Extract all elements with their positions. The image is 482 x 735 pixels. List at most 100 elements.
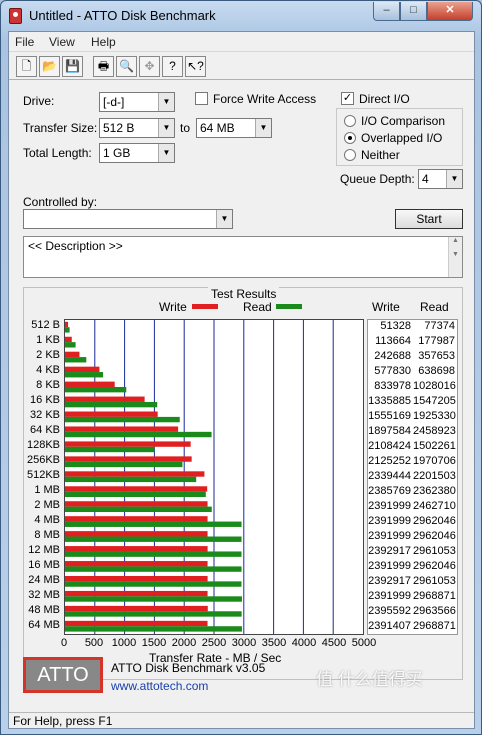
write-bar	[65, 366, 100, 373]
save-icon[interactable]: 💾	[62, 56, 83, 77]
drive-select[interactable]: [-d-] ▼	[99, 92, 175, 112]
read-bar	[65, 327, 70, 333]
menu-file[interactable]: File	[15, 35, 34, 49]
move-icon[interactable]: ✥	[139, 56, 160, 77]
write-value: 2392917	[368, 544, 411, 557]
read-value: 2962046	[413, 529, 456, 542]
force-write-checkbox[interactable]	[195, 92, 208, 105]
print-icon[interactable]: 🖶	[93, 56, 114, 77]
read-bar	[65, 401, 158, 408]
legend-read-label: Read	[243, 300, 272, 314]
category-labels: 512 B 1 KB 2 KB 4 KB 8 KB 16 KB 32 KB 64 KB 128K…	[24, 319, 60, 635]
status-bar: For Help, press F1	[9, 712, 474, 729]
menu-view[interactable]: View	[49, 35, 75, 49]
window-title: Untitled - ATTO Disk Benchmark	[29, 8, 216, 23]
chevron-down-icon: ▼	[255, 119, 271, 137]
menu-help[interactable]: Help	[91, 35, 116, 49]
legend-write-swatch	[192, 304, 218, 309]
total-length-select[interactable]: 1 GB ▼	[99, 143, 175, 163]
read-bar	[65, 476, 197, 483]
category-label: 128KB	[26, 439, 60, 452]
category-label: 256KB	[26, 454, 60, 467]
category-label: 16 MB	[28, 558, 60, 571]
test-results-panel: Test Results Write Read Write Read 512 B…	[23, 287, 463, 680]
read-bar	[65, 566, 242, 572]
controlled-by-select[interactable]: ▼	[23, 209, 233, 229]
to-label: to	[180, 121, 191, 135]
write-bar	[65, 471, 205, 477]
print-preview-icon[interactable]: 🔍	[116, 56, 137, 77]
direct-io-checkbox[interactable]: ✓	[341, 92, 354, 105]
write-bar	[65, 575, 208, 582]
transfer-to-select[interactable]: 64 MB ▼	[196, 118, 272, 138]
read-value: 1970706	[413, 455, 456, 468]
website-link[interactable]: www.attotech.com	[111, 679, 208, 693]
category-label: 24 MB	[28, 573, 60, 586]
read-value: 1547205	[413, 395, 456, 408]
toolbar: 🗋 📂 💾 🖶 🔍 ✥ ? ↖?	[9, 52, 474, 80]
write-value: 2391999	[368, 589, 411, 602]
write-bar	[65, 426, 179, 432]
open-folder-icon[interactable]: 📂	[39, 56, 60, 77]
category-label: 1 KB	[36, 334, 60, 347]
write-bar	[65, 411, 158, 417]
read-value: 2458923	[413, 425, 456, 438]
new-file-icon[interactable]: 🗋	[16, 56, 37, 77]
read-bar	[65, 536, 242, 542]
read-value: 2968871	[413, 619, 456, 632]
read-value: 1502261	[413, 440, 456, 453]
read-value: 2963566	[413, 604, 456, 617]
description-scrollbar[interactable]: ▲ ▼	[448, 237, 462, 277]
description-box[interactable]: << Description >> ▲ ▼	[23, 236, 463, 278]
write-bar	[65, 605, 208, 612]
write-value: 242688	[374, 350, 411, 363]
chevron-down-icon: ▼	[216, 210, 232, 228]
category-label: 4 MB	[34, 513, 60, 526]
write-value: 2391999	[368, 499, 411, 512]
category-label: 64 MB	[28, 618, 60, 631]
product-version: ATTO Disk Benchmark v3.05	[111, 661, 266, 675]
write-value: 2125252	[368, 455, 411, 468]
read-bar	[65, 506, 212, 512]
read-bar	[65, 611, 242, 617]
read-bar	[65, 581, 242, 587]
io-mode-group: I/O Comparison Overlapped I/O Neither	[336, 108, 463, 166]
read-bar	[65, 372, 104, 378]
write-value: 1555169	[368, 410, 411, 423]
write-bar	[65, 561, 208, 567]
read-bar	[65, 461, 183, 468]
read-value: 2962046	[413, 514, 456, 527]
write-bar	[65, 546, 208, 552]
read-bar	[65, 342, 76, 348]
x-axis-ticks: 0 500 1000 1500 2000 2500 3000 3500 4000 4500 5000	[61, 637, 376, 651]
write-value: 577830	[374, 365, 411, 378]
io-comparison-label: I/O Comparison	[361, 114, 446, 128]
read-value: 177987	[418, 335, 455, 348]
help-icon[interactable]: ?	[162, 56, 183, 77]
write-column-header: Write	[372, 300, 400, 314]
category-label: 32 KB	[30, 409, 60, 422]
overlapped-io-radio[interactable]	[344, 132, 356, 144]
write-bar	[65, 396, 145, 402]
chevron-down-icon: ▼	[446, 170, 462, 188]
values-table: 51328 113664 242688 577830 833978 1335885 1555…	[367, 319, 458, 635]
write-values-column: 51328 113664 242688 577830 833978 1335885 1555…	[368, 320, 411, 634]
read-value: 2462710	[413, 499, 456, 512]
title-bar[interactable]: Untitled - ATTO Disk Benchmark – □ ✕	[1, 1, 481, 31]
transfer-from-value: 512 B	[103, 121, 135, 135]
maximize-button[interactable]: □	[400, 2, 427, 21]
status-text: For Help, press F1	[13, 714, 113, 728]
close-button[interactable]: ✕	[427, 2, 473, 21]
read-bar	[65, 446, 155, 453]
context-help-icon[interactable]: ↖?	[185, 56, 206, 77]
queue-depth-select[interactable]: 4 ▼	[418, 169, 463, 189]
write-value: 113664	[375, 335, 411, 348]
write-bar	[65, 381, 115, 387]
neither-radio[interactable]	[344, 149, 356, 161]
io-comparison-radio[interactable]	[344, 115, 356, 127]
start-button[interactable]: Start	[395, 209, 463, 229]
minimize-button[interactable]: –	[373, 2, 400, 21]
transfer-from-select[interactable]: 512 B ▼	[99, 118, 175, 138]
category-label: 12 MB	[28, 543, 60, 556]
write-bar	[65, 456, 192, 462]
